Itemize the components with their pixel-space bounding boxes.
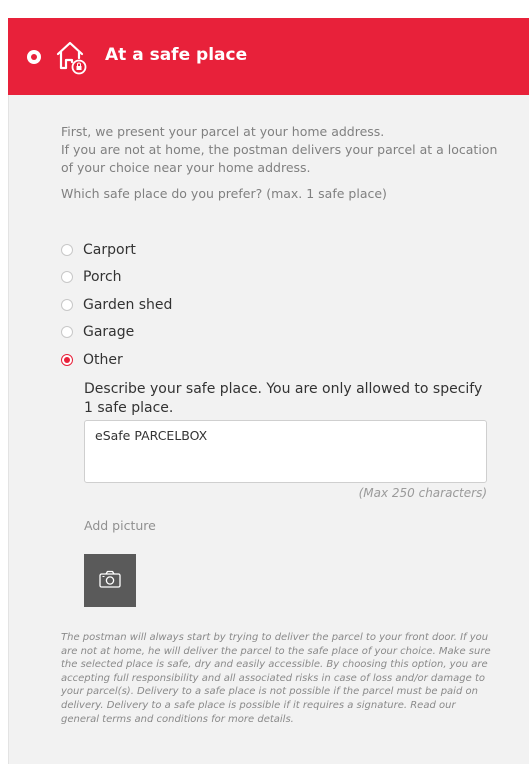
option-label: Garage — [83, 324, 135, 341]
option-label: Carport — [83, 241, 136, 258]
safe-place-description-field[interactable]: eSafe PARCELBOX — [84, 420, 487, 483]
intro-text: First, we present your parcel at your ho… — [61, 123, 501, 177]
option-garden-shed[interactable]: Garden shed — [61, 291, 172, 319]
option-other[interactable]: Other — [61, 346, 172, 374]
radio-carport[interactable] — [61, 243, 73, 256]
intro-line-1: First, we present your parcel at your ho… — [61, 124, 385, 139]
radio-porch[interactable] — [61, 271, 73, 284]
radio-garage[interactable] — [61, 326, 73, 339]
house-lock-icon — [52, 36, 92, 76]
safe-place-options: Carport Porch Garden shed Garage Other — [61, 236, 172, 374]
option-porch[interactable]: Porch — [61, 264, 172, 292]
safe-place-disclaimer: The postman will always start by trying … — [61, 632, 491, 725]
describe-label: Describe your safe place. You are only a… — [84, 381, 483, 416]
safe-place-header[interactable]: At a safe place — [8, 18, 529, 95]
add-picture-button[interactable] — [84, 554, 136, 607]
header-title: At a safe place — [105, 45, 248, 65]
option-label: Other — [83, 351, 123, 368]
option-garage[interactable]: Garage — [61, 319, 172, 347]
option-label: Porch — [83, 269, 122, 286]
max-characters-hint: (Max 250 characters) — [358, 486, 487, 500]
option-carport[interactable]: Carport — [61, 236, 172, 264]
safe-place-question: Which safe place do you prefer? (max. 1 … — [61, 186, 387, 201]
radio-other[interactable] — [61, 353, 73, 366]
add-picture-label: Add picture — [84, 518, 156, 533]
intro-line-2: If you are not at home, the postman deli… — [61, 142, 498, 175]
header-radio-selected[interactable] — [27, 50, 41, 64]
radio-garden-shed[interactable] — [61, 298, 73, 311]
option-label: Garden shed — [83, 296, 173, 313]
camera-icon — [99, 570, 121, 592]
